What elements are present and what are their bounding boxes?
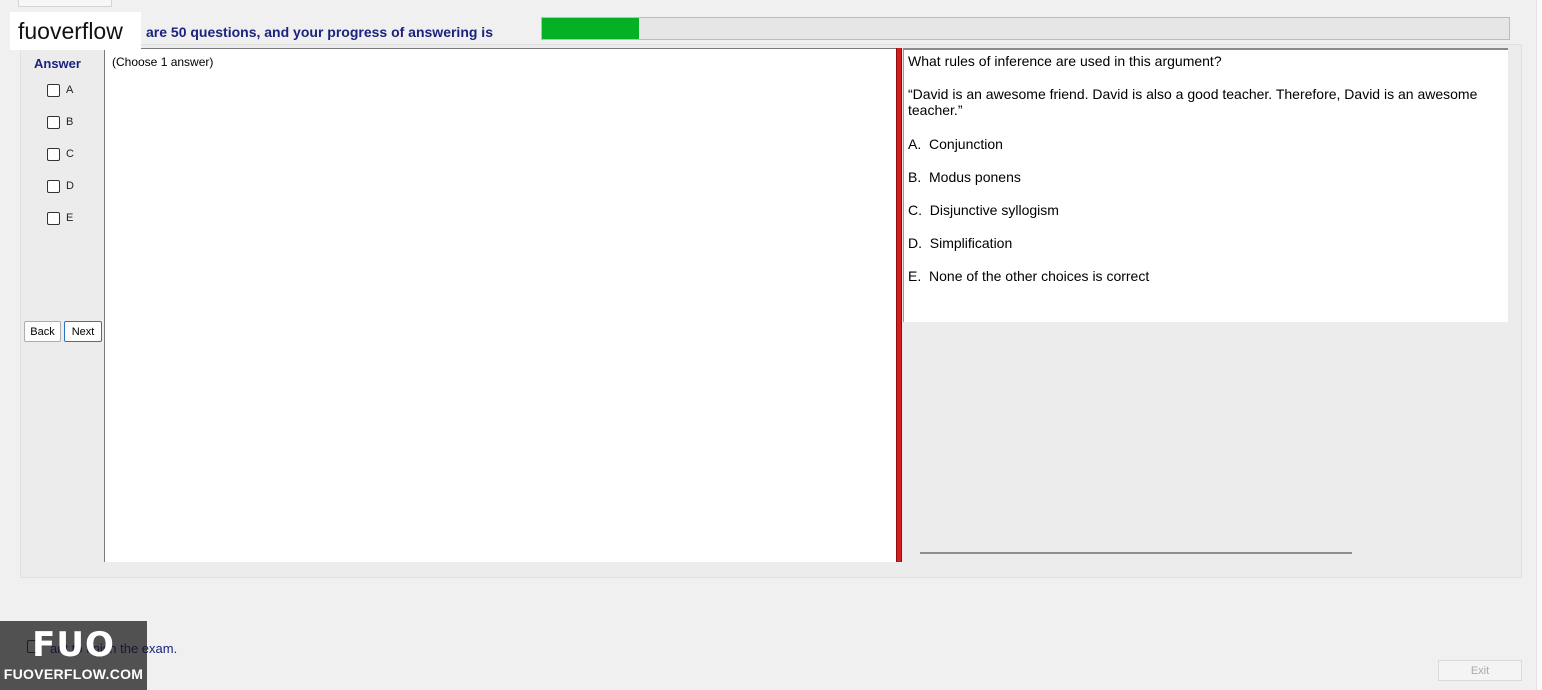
fuoverflow-watermark-badge: FUO FUOVERFLOW.COM [0,621,147,690]
answer-option-d[interactable]: D [47,178,74,194]
choice-letter: E. [908,268,922,284]
back-button[interactable]: Back [24,321,61,342]
checkbox-c[interactable] [47,147,60,161]
pane-splitter[interactable] [896,48,902,562]
option-label: E [66,212,74,224]
question-pane: What rules of inference are used in this… [903,48,1508,562]
badge-subtitle: FUOVERFLOW.COM [3,666,144,682]
window-tab-edge [18,0,112,7]
badge-title: FUO [32,625,115,665]
choice-letter: A. [908,136,922,152]
question-content: What rules of inference are used in this… [903,50,1508,322]
choice-text: Disjunctive syllogism [929,202,1059,218]
horizontal-scrollbar[interactable] [920,552,1352,554]
choice-letter: B. [908,169,922,185]
option-label: C [66,148,74,160]
brand-logo: fuoverflow [10,12,141,50]
question-text: What rules of inference are used in this… [908,53,1222,69]
answer-column: Answer A B C D E Back Next [24,49,104,561]
progress-bar [541,17,1510,40]
question-choice: E. None of the other choices is correct [908,268,1149,284]
checkbox-e[interactable] [47,211,60,225]
answer-title: Answer [34,56,81,71]
exit-button[interactable]: Exit [1438,660,1522,681]
answer-option-e[interactable]: E [47,210,73,226]
checkbox-a[interactable] [47,83,60,97]
answer-option-b[interactable]: B [47,114,73,130]
window-right-edge [1536,0,1542,690]
choice-letter: C. [908,202,922,218]
option-label: A [66,84,74,96]
question-choice: A. Conjunction [908,136,1003,152]
choose-hint: (Choose 1 answer) [112,55,214,69]
option-label: B [66,116,74,128]
checkbox-b[interactable] [47,115,60,129]
choice-text: Simplification [929,235,1013,251]
next-button[interactable]: Next [64,321,102,342]
question-choice: C. Disjunctive syllogism [908,202,1059,218]
choice-letter: D. [908,235,922,251]
progress-label: are 50 questions, and your progress of a… [146,24,493,40]
answer-pane[interactable]: (Choose 1 answer) [104,48,896,562]
question-quote: “David is an awesome friend. David is al… [908,86,1478,118]
choice-text: Modus ponens [929,169,1021,185]
question-choice: D. Simplification [908,235,1012,251]
checkbox-d[interactable] [47,179,60,193]
progress-bar-fill [542,18,639,39]
question-choice: B. Modus ponens [908,169,1021,185]
answer-option-a[interactable]: A [47,82,73,98]
option-label: D [66,180,74,192]
answer-option-c[interactable]: C [47,146,74,162]
choice-text: None of the other choices is correct [929,268,1150,284]
choice-text: Conjunction [929,136,1003,152]
